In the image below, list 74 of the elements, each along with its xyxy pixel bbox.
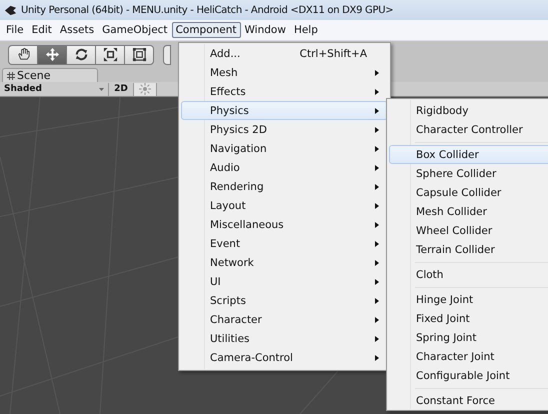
submenu-arrow-icon [375, 146, 379, 152]
menu-bar-item[interactable]: Window [240, 22, 290, 38]
tool-button[interactable] [66, 44, 95, 64]
hand-icon [16, 47, 30, 62]
window-title: Unity Personal (64bit) - MENU.unity - HeliCatch - Android <DX11 on DX9 GPU> [21, 4, 394, 16]
menu-item[interactable]: Navigation [181, 139, 388, 158]
tool-button[interactable] [37, 44, 66, 64]
menu-bar-item[interactable]: GameObject [98, 22, 172, 38]
scene-tab[interactable]: Scene [2, 68, 98, 82]
menu-item[interactable]: Rigidbody [389, 101, 548, 120]
submenu-arrow-icon [375, 165, 379, 171]
rect-tool-icon [132, 47, 146, 62]
menu-item[interactable]: Physics 2D [181, 120, 388, 139]
menu-item[interactable]: Configurable Joint [389, 366, 548, 385]
grid-icon [7, 72, 15, 80]
menu-item[interactable]: Audio [181, 158, 388, 177]
submenu-arrow-icon [375, 260, 379, 266]
scale-icon [102, 47, 118, 62]
caret-icon [99, 88, 104, 90]
menu-item[interactable]: Fixed Joint [389, 309, 548, 328]
submenu-arrow-icon [375, 298, 379, 304]
unity-logo-icon [4, 4, 17, 16]
submenu-arrow-icon [375, 317, 379, 323]
submenu-arrow-icon [375, 127, 379, 133]
menu-item[interactable]: Spring Joint [389, 328, 548, 347]
menu-bar-item[interactable]: Component [172, 22, 241, 38]
submenu-arrow-icon [375, 203, 379, 209]
menu-item[interactable]: Character Controller [389, 120, 548, 139]
menu-item[interactable]: Utilities [181, 329, 388, 348]
menu-item[interactable]: Effects [181, 82, 388, 101]
menu-bar-item[interactable]: File [2, 22, 28, 38]
submenu-arrow-icon [375, 70, 379, 76]
menu-item[interactable]: Miscellaneous [181, 215, 388, 234]
submenu-arrow-icon [375, 279, 379, 285]
menu-item[interactable]: Event [181, 234, 388, 253]
menu-item[interactable]: Mesh [181, 63, 388, 82]
submenu-arrow-icon [375, 355, 379, 361]
menu-bar-item[interactable]: Help [290, 22, 322, 38]
menu-item[interactable]: Hinge Joint [389, 290, 548, 309]
menu-bar-item[interactable]: Edit [28, 22, 56, 38]
menu-item[interactable]: Scripts [181, 291, 388, 310]
shading-dropdown[interactable]: Shaded [0, 82, 109, 96]
move-arrows-icon [44, 47, 60, 62]
submenu-arrow-icon [375, 222, 379, 228]
menu-item[interactable]: Box Collider [389, 145, 548, 164]
menu-item[interactable]: Add... Ctrl+Shift+A [181, 44, 388, 63]
shortcut-text: Ctrl+Shift+A [300, 48, 367, 60]
menu-item[interactable]: Rendering [181, 177, 388, 196]
menu-item[interactable]: Capsule Collider [389, 183, 548, 202]
tool-button[interactable] [95, 44, 124, 64]
submenu-arrow-icon [375, 108, 379, 114]
tool-button[interactable] [8, 44, 37, 64]
menu-bar-item[interactable]: Assets [56, 22, 98, 38]
menu-item[interactable]: Wheel Collider [389, 221, 548, 240]
menu-item[interactable]: Camera-Control [181, 348, 388, 367]
tool-button[interactable] [124, 44, 154, 64]
menu-item[interactable]: Layout [181, 196, 388, 215]
submenu-arrow-icon [375, 336, 379, 342]
menu-item[interactable]: Character [181, 310, 388, 329]
menu-item[interactable]: Constant Force [389, 391, 548, 410]
menu-item[interactable]: Cloth [389, 265, 548, 284]
menu-item[interactable]: Mesh Collider [389, 202, 548, 221]
menu-item[interactable]: UI [181, 272, 388, 291]
menu-item[interactable]: Sphere Collider [389, 164, 548, 183]
submenu-arrow-icon [375, 89, 379, 95]
submenu-arrow-icon [375, 184, 379, 190]
menu-item[interactable]: Terrain Collider [389, 240, 548, 259]
toolbar-button[interactable] [163, 44, 171, 64]
menu-item[interactable]: Physics [181, 101, 388, 120]
tab-label: Scene [17, 69, 51, 82]
rotate-icon [74, 47, 88, 62]
menu-item[interactable]: Network [181, 253, 388, 272]
submenu-arrow-icon [375, 241, 379, 247]
menu-item[interactable]: Character Joint [389, 347, 548, 366]
